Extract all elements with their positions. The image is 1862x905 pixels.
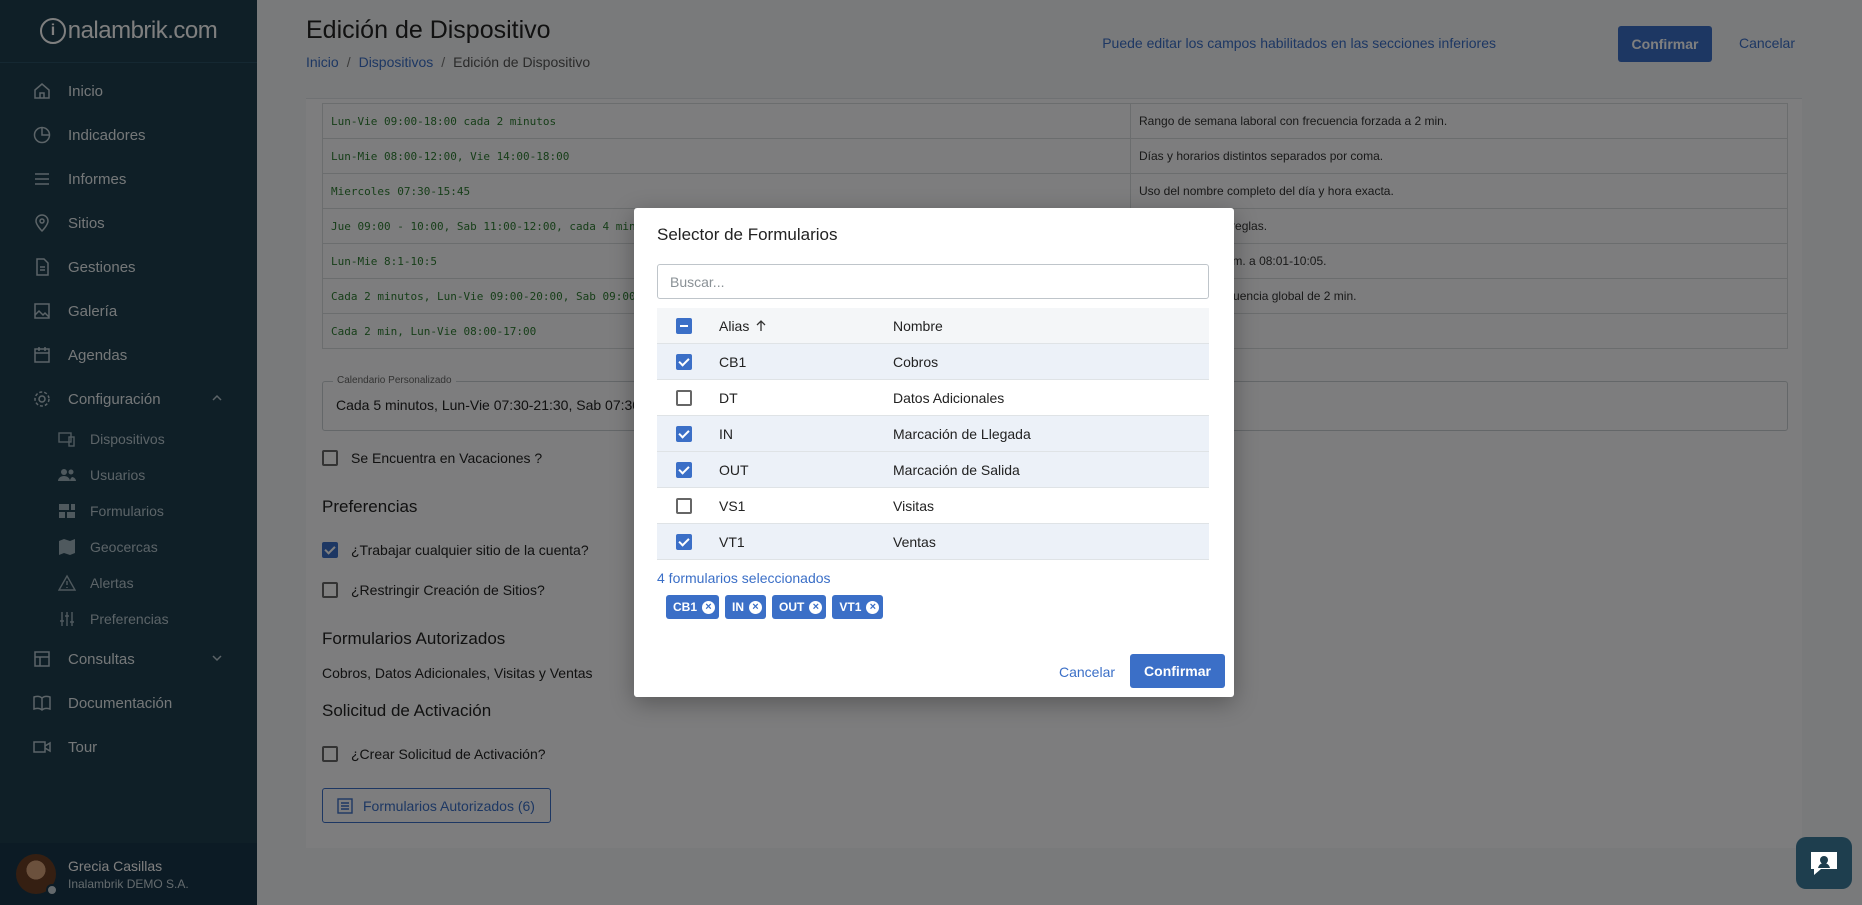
form-row[interactable]: VS1 Visitas xyxy=(657,488,1209,524)
chip-remove-icon[interactable]: × xyxy=(749,600,763,614)
row-checkbox[interactable] xyxy=(676,426,692,443)
search-input[interactable] xyxy=(657,264,1209,299)
select-all-checkbox[interactable] xyxy=(676,318,692,335)
chip-remove-icon[interactable]: × xyxy=(809,600,823,614)
chip-label: IN xyxy=(732,600,745,614)
chip-remove-icon[interactable]: × xyxy=(866,600,880,614)
row-checkbox[interactable] xyxy=(676,390,692,407)
form-name: Ventas xyxy=(893,533,936,550)
form-name: Marcación de Salida xyxy=(893,461,1020,478)
selected-chip: IN × xyxy=(725,595,767,619)
form-alias: CB1 xyxy=(719,353,747,370)
selected-count: 4 formularios seleccionados xyxy=(657,570,831,586)
selected-chip: VT1 × xyxy=(832,595,884,619)
modal-cancel-button[interactable]: Cancelar xyxy=(1059,664,1115,680)
form-name: Cobros xyxy=(893,353,939,370)
modal-title: Selector de Formularios xyxy=(657,225,838,244)
selected-chip: CB1 × xyxy=(666,595,720,619)
form-name: Datos Adicionales xyxy=(893,389,1005,406)
chip-label: OUT xyxy=(779,600,805,614)
form-alias: DT xyxy=(719,389,738,406)
row-checkbox[interactable] xyxy=(676,462,692,479)
chip-remove-icon[interactable]: × xyxy=(702,600,716,614)
form-row[interactable]: IN Marcación de Llegada xyxy=(657,416,1209,452)
table-header: Alias Nombre xyxy=(657,308,1209,344)
form-row[interactable]: CB1 Cobros xyxy=(657,344,1209,380)
form-alias: VT1 xyxy=(719,533,745,550)
row-checkbox[interactable] xyxy=(676,534,692,551)
row-checkbox[interactable] xyxy=(676,498,692,515)
selected-chip: OUT × xyxy=(772,595,827,619)
forms-table: Alias Nombre CB1 Cobros DT Datos Adicionale… xyxy=(657,308,1209,560)
form-name: Visitas xyxy=(893,497,934,514)
selected-chips: CB1 × IN × OUT × VT1 × xyxy=(666,595,884,619)
name-column-header[interactable]: Nombre xyxy=(893,318,1209,334)
alias-header-label: Alias xyxy=(719,317,750,334)
alias-column-header[interactable]: Alias xyxy=(719,318,893,334)
chip-label: CB1 xyxy=(673,600,698,614)
chat-widget-button[interactable] xyxy=(1796,837,1852,889)
sort-asc-icon xyxy=(755,319,767,332)
form-alias: IN xyxy=(719,425,733,442)
form-row[interactable]: OUT Marcación de Salida xyxy=(657,452,1209,488)
modal-confirm-button[interactable]: Confirmar xyxy=(1130,654,1225,688)
chip-label: VT1 xyxy=(839,600,862,614)
chat-icon xyxy=(1807,848,1841,878)
form-row[interactable]: DT Datos Adicionales xyxy=(657,380,1209,416)
form-alias: OUT xyxy=(719,461,749,478)
row-checkbox[interactable] xyxy=(676,354,692,371)
form-selector-modal: Selector de Formularios Alias Nombre CB1… xyxy=(634,208,1234,697)
form-row[interactable]: VT1 Ventas xyxy=(657,524,1209,560)
form-name: Marcación de Llegada xyxy=(893,425,1031,442)
form-alias: VS1 xyxy=(719,497,746,514)
